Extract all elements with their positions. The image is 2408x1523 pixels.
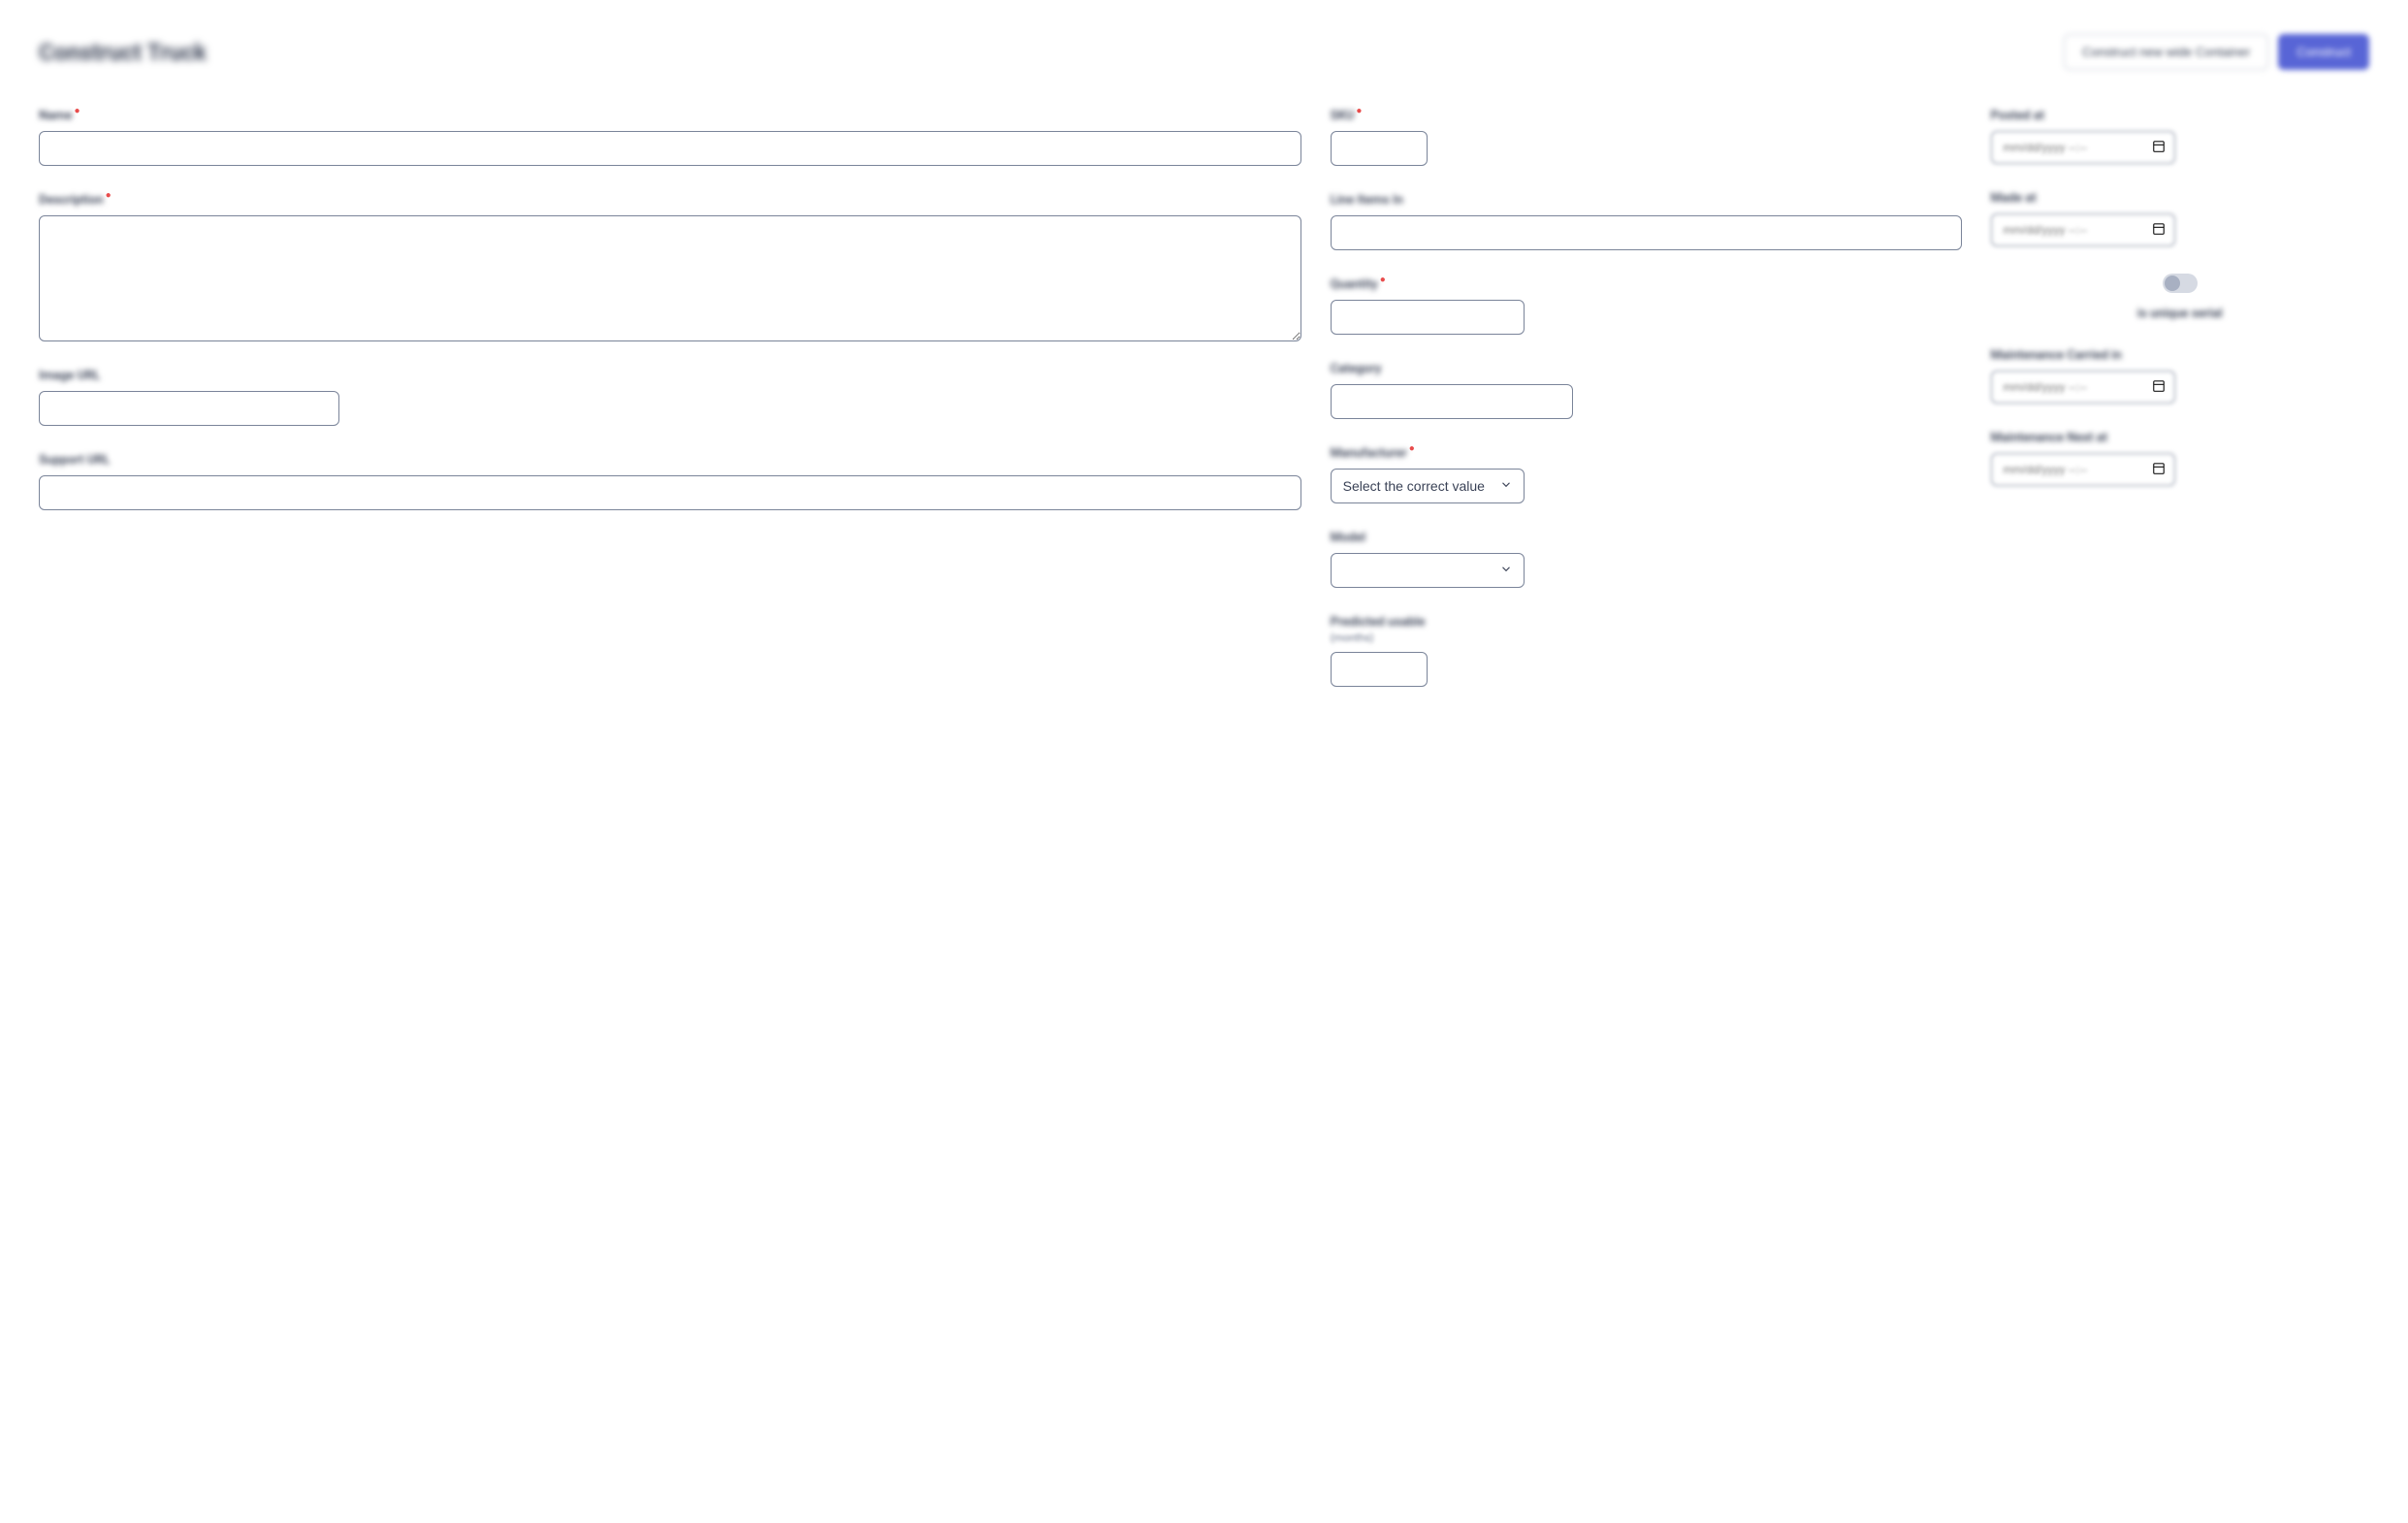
required-indicator: ●: [74, 107, 80, 116]
maintenance-next-input[interactable]: [1991, 453, 2175, 486]
required-indicator: ●: [1380, 275, 1386, 285]
unique-serial-field: is unique serial: [1991, 274, 2370, 321]
description-textarea[interactable]: [39, 215, 1301, 341]
support-url-input[interactable]: [39, 475, 1301, 510]
unique-serial-toggle[interactable]: [2163, 274, 2198, 293]
unique-serial-label: is unique serial: [2137, 307, 2223, 321]
model-label: Model: [1331, 531, 1962, 545]
required-indicator: ●: [106, 191, 112, 201]
support-url-label: Support URL: [39, 453, 1301, 468]
maintenance-next-label: Maintenance Next at: [1991, 431, 2370, 445]
posted-at-label: Posted at: [1991, 109, 2370, 123]
predicted-usable-field: Predicted usable (months): [1331, 615, 1962, 687]
name-field: Name ●: [39, 109, 1301, 166]
maintenance-carried-input[interactable]: [1991, 371, 2175, 404]
quantity-field: Quantity ●: [1331, 277, 1962, 335]
line-items-label: Line Items In: [1331, 193, 1962, 208]
quantity-label: Quantity: [1331, 277, 1378, 292]
model-select[interactable]: [1331, 553, 1525, 588]
required-indicator: ●: [1356, 107, 1362, 116]
header-actions: Construct new wide Container Construct: [2064, 34, 2369, 70]
made-at-label: Made at: [1991, 191, 2370, 206]
quantity-input[interactable]: [1331, 300, 1525, 335]
name-input[interactable]: [39, 131, 1301, 166]
model-field: Model: [1331, 531, 1962, 588]
sku-input[interactable]: [1331, 131, 1428, 166]
manufacturer-label: Manufacturer: [1331, 446, 1407, 461]
sku-label: SKU: [1331, 109, 1355, 123]
line-items-input[interactable]: [1331, 215, 1962, 250]
manufacturer-field: Manufacturer ● Select the correct value: [1331, 446, 1962, 503]
primary-action-button[interactable]: Construct: [2278, 34, 2369, 70]
category-label: Category: [1331, 362, 1962, 376]
toggle-knob: [2165, 275, 2180, 291]
maintenance-carried-label: Maintenance Carried in: [1991, 348, 2370, 363]
image-url-input[interactable]: [39, 391, 339, 426]
category-field: Category: [1331, 362, 1962, 419]
form-column-1: Name ● Description ● Image URL Support U…: [39, 109, 1301, 510]
posted-at-field: Posted at: [1991, 109, 2370, 164]
maintenance-carried-field: Maintenance Carried in: [1991, 348, 2370, 404]
form-column-3: Posted at Made at is unique serial: [1991, 109, 2370, 486]
made-at-field: Made at: [1991, 191, 2370, 246]
line-items-field: Line Items In: [1331, 193, 1962, 250]
name-label: Name: [39, 109, 72, 123]
page-header: Construct Truck Construct new wide Conta…: [39, 34, 2369, 70]
made-at-input[interactable]: [1991, 213, 2175, 246]
form-grid: Name ● Description ● Image URL Support U…: [39, 109, 2369, 687]
secondary-action-button[interactable]: Construct new wide Container: [2064, 34, 2268, 70]
sku-field: SKU ●: [1331, 109, 1962, 166]
description-label: Description: [39, 193, 104, 208]
category-input[interactable]: [1331, 384, 1573, 419]
support-url-field: Support URL: [39, 453, 1301, 510]
required-indicator: ●: [1409, 444, 1415, 454]
image-url-label: Image URL: [39, 369, 1301, 383]
image-url-field: Image URL: [39, 369, 1301, 426]
predicted-usable-label: Predicted usable: [1331, 615, 1962, 630]
maintenance-next-field: Maintenance Next at: [1991, 431, 2370, 486]
description-field: Description ●: [39, 193, 1301, 341]
manufacturer-select[interactable]: Select the correct value: [1331, 469, 1525, 503]
predicted-usable-sublabel: (months): [1331, 632, 1962, 644]
page-title: Construct Truck: [39, 39, 207, 66]
posted-at-input[interactable]: [1991, 131, 2175, 164]
predicted-usable-input[interactable]: [1331, 652, 1428, 687]
form-column-2: SKU ● Line Items In Quantity ● Category …: [1331, 109, 1962, 687]
